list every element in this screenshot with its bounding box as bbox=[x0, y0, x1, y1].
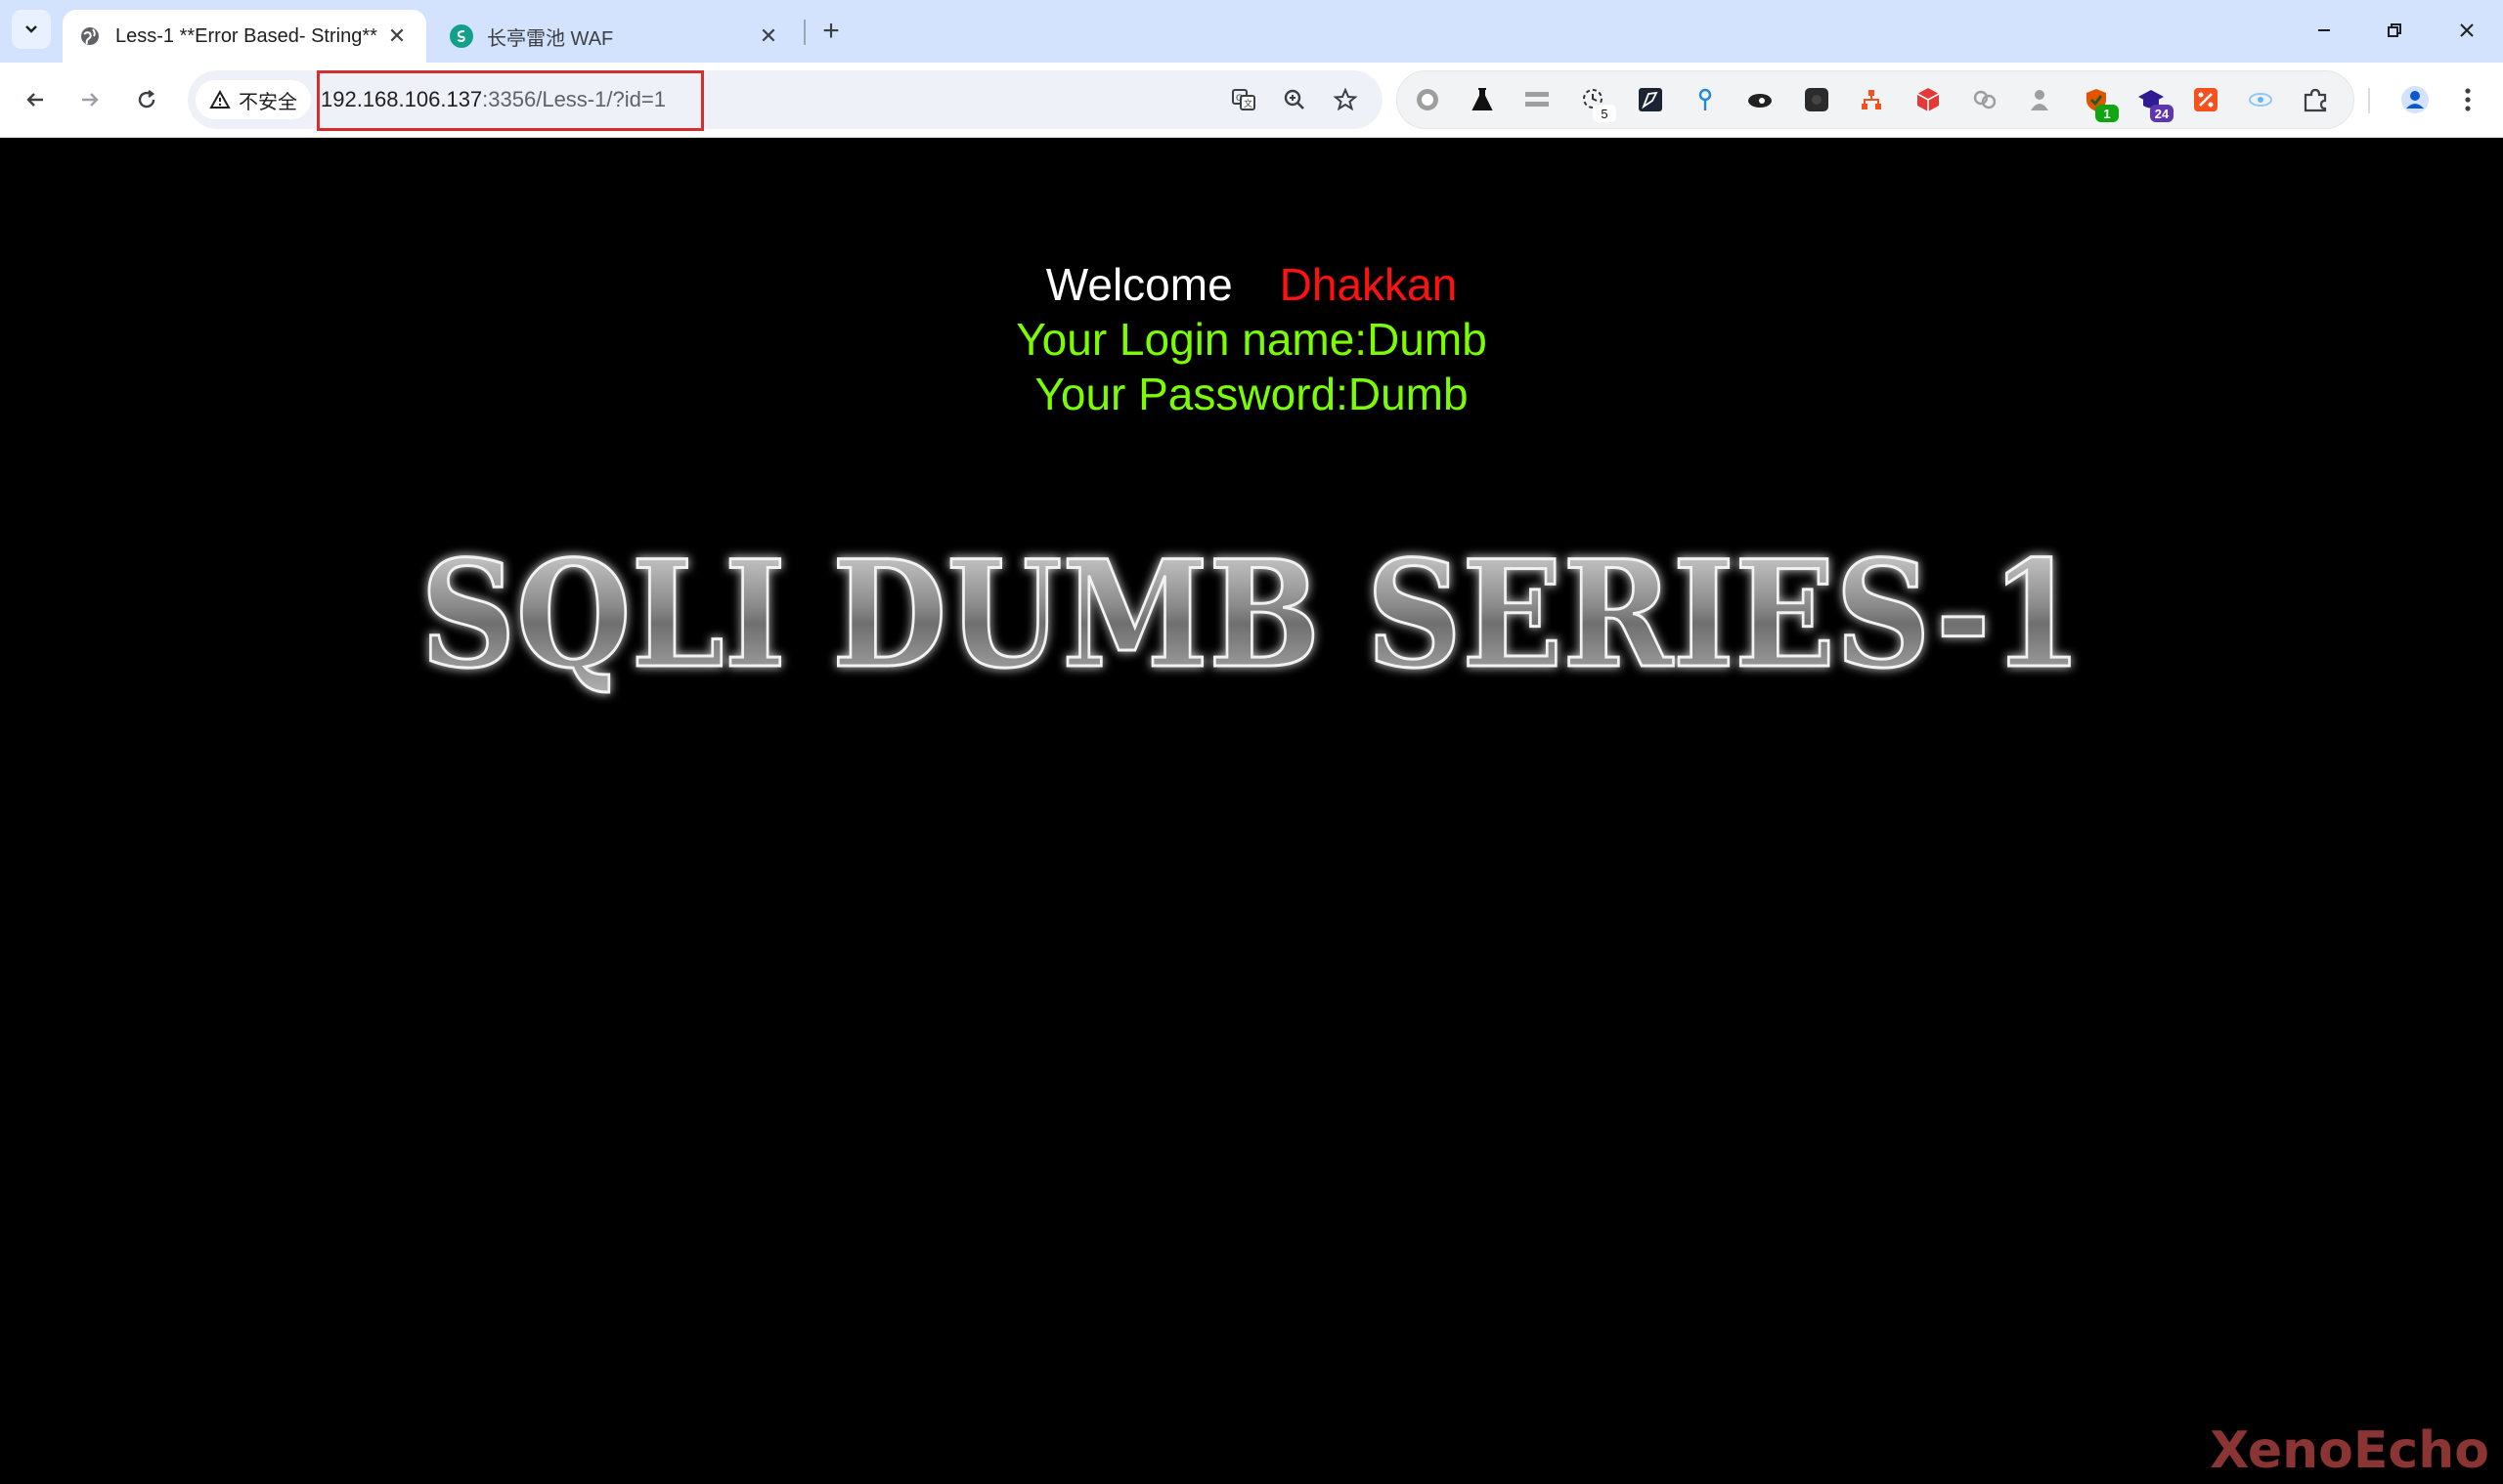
eye-icon bbox=[1748, 94, 1772, 108]
ext-hat-button[interactable]: 24 bbox=[2134, 83, 2174, 122]
browser-menu-button[interactable] bbox=[2450, 78, 2485, 121]
zoom-button[interactable] bbox=[1277, 82, 1312, 117]
tab-title: 长亭雷池 WAF bbox=[487, 27, 614, 50]
flask-icon bbox=[1471, 88, 1493, 110]
person-icon bbox=[2031, 90, 2048, 110]
sqli-dumb-series-banner: SQLI DUMB SERIES-1 bbox=[419, 528, 2085, 703]
security-chip[interactable]: 不安全 bbox=[196, 80, 311, 119]
percent-icon bbox=[2194, 88, 2218, 111]
minimize-button[interactable] bbox=[2288, 0, 2360, 61]
close-window-button[interactable] bbox=[2431, 0, 2503, 61]
page-content: Welcome Dhakkan Your Login name:Dumb Your… bbox=[0, 138, 2503, 1484]
ext-record-button[interactable] bbox=[1411, 83, 1444, 116]
ext-cube-button[interactable] bbox=[1911, 83, 1945, 116]
security-label: 不安全 bbox=[239, 91, 297, 113]
ext-eye-button[interactable] bbox=[1743, 83, 1777, 116]
bars-icon bbox=[1525, 92, 1549, 107]
more-vertical-icon bbox=[2465, 88, 2471, 111]
tab-title: Less-1 **Error Based- String** bbox=[115, 24, 377, 47]
banner-text: SQLI DUMB SERIES-1 bbox=[420, 529, 2083, 701]
ext-pin-button[interactable] bbox=[1689, 83, 1722, 116]
tab-waf[interactable]: 长亭雷池 WAF ✕ bbox=[434, 10, 798, 63]
ext-badge: 1 bbox=[2095, 105, 2119, 122]
ext-dark-button[interactable] bbox=[1800, 83, 1833, 116]
welcome-label: Welcome bbox=[1045, 259, 1233, 310]
extensions-button[interactable] bbox=[2299, 83, 2332, 116]
tab-close-icon[interactable]: ✕ bbox=[383, 22, 411, 50]
back-button[interactable] bbox=[14, 78, 57, 121]
toolbar-separator bbox=[2368, 88, 2370, 113]
watermark: XenoEcho bbox=[2210, 1421, 2489, 1480]
welcome-name: Dhakkan bbox=[1279, 259, 1458, 310]
arrow-left-icon bbox=[26, 93, 43, 107]
translate-button[interactable]: G文 bbox=[1226, 82, 1261, 117]
record-icon bbox=[1417, 89, 1438, 110]
minimize-icon bbox=[2318, 29, 2330, 31]
view-icon bbox=[2249, 93, 2272, 107]
tab-separator bbox=[804, 20, 806, 45]
ext-shield-button[interactable]: 1 bbox=[2080, 83, 2119, 122]
ext-view-button[interactable] bbox=[2244, 83, 2277, 116]
ext-menu-button[interactable] bbox=[1520, 83, 1554, 116]
ext-flask-button[interactable] bbox=[1466, 83, 1499, 116]
login-name-line: Your Login name:Dumb bbox=[1016, 314, 1487, 365]
browser-toolbar: 不安全 192.168.106.137:3356/Less-1/?id=1 G文… bbox=[0, 63, 2503, 138]
profile-button[interactable] bbox=[2393, 78, 2437, 121]
extensions-bar: 5 1 24 bbox=[1396, 70, 2354, 129]
link-icon bbox=[1973, 90, 1997, 109]
tab-strip: Less-1 **Error Based- String** ✕ 长亭雷池 WA… bbox=[0, 0, 2503, 63]
pin-icon bbox=[1698, 88, 1712, 110]
restore-button[interactable] bbox=[2358, 0, 2431, 61]
sitemap-icon bbox=[1862, 90, 1881, 109]
ext-badge: 5 bbox=[1593, 105, 1616, 122]
translate-icon: G文 bbox=[1232, 89, 1255, 110]
welcome-line: Welcome Dhakkan bbox=[0, 257, 2503, 312]
new-tab-button[interactable]: + bbox=[813, 14, 849, 49]
ext-percent-button[interactable] bbox=[2189, 83, 2222, 116]
forward-button[interactable] bbox=[68, 78, 111, 121]
close-icon bbox=[2460, 23, 2474, 37]
globe-icon bbox=[78, 24, 102, 48]
zoom-icon bbox=[1284, 89, 1304, 109]
svg-text:文: 文 bbox=[1244, 98, 1252, 109]
tab-close-icon[interactable]: ✕ bbox=[755, 22, 782, 50]
ext-tree-button[interactable] bbox=[1855, 83, 1888, 116]
svg-text:G: G bbox=[1236, 94, 1243, 104]
password-line: Your Password:Dumb bbox=[1034, 369, 1469, 419]
ext-pen-button[interactable] bbox=[1634, 83, 1667, 116]
safeline-icon bbox=[450, 24, 473, 48]
ext-badge: 24 bbox=[2150, 105, 2174, 122]
pen-icon bbox=[1639, 88, 1662, 111]
restore-icon bbox=[2388, 23, 2401, 37]
square-icon bbox=[1805, 88, 1828, 111]
puzzle-icon bbox=[2304, 88, 2327, 112]
tab-search-button[interactable] bbox=[12, 10, 51, 49]
reload-icon bbox=[138, 90, 155, 109]
star-icon bbox=[1333, 87, 1358, 111]
avatar-icon bbox=[2401, 86, 2429, 113]
warning-icon bbox=[209, 90, 231, 109]
ext-link-button[interactable] bbox=[1968, 83, 2001, 116]
reload-button[interactable] bbox=[125, 78, 168, 121]
tab-less-1[interactable]: Less-1 **Error Based- String** ✕ bbox=[63, 10, 426, 63]
ext-clock-button[interactable]: 5 bbox=[1577, 83, 1616, 122]
bookmark-button[interactable] bbox=[1328, 82, 1363, 117]
cube-icon bbox=[1916, 88, 1940, 111]
url-highlight-box bbox=[317, 70, 704, 131]
chevron-down-icon bbox=[25, 25, 37, 33]
ext-person-button[interactable] bbox=[2023, 83, 2056, 116]
arrow-right-icon bbox=[82, 93, 99, 107]
